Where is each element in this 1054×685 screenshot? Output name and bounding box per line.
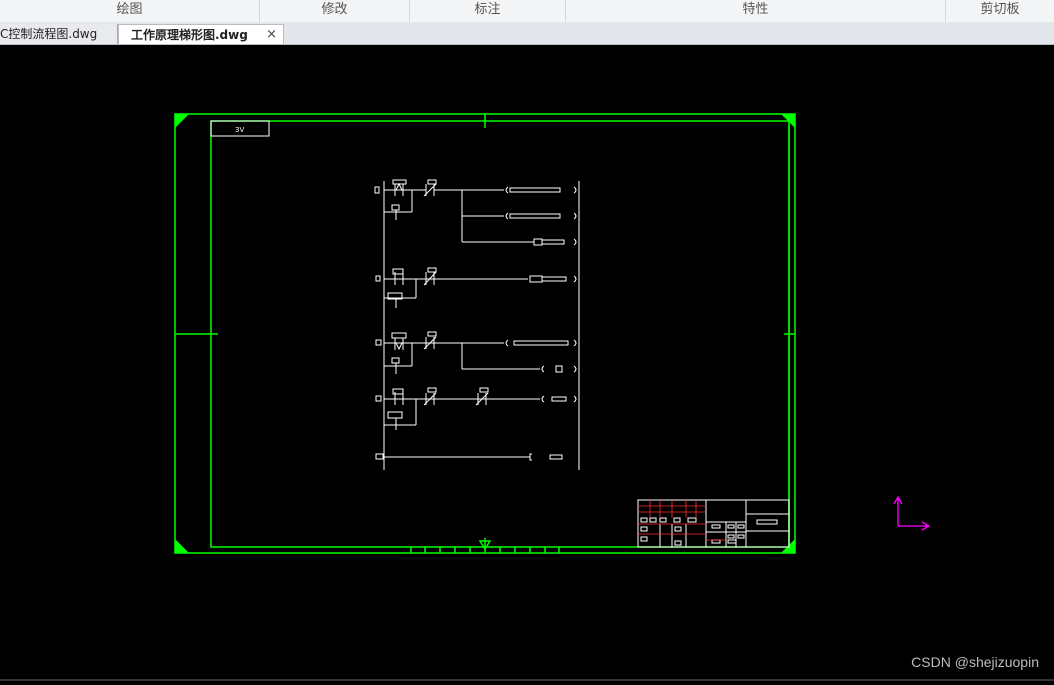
- outer-border: [174, 113, 796, 554]
- ribbon-group-draw[interactable]: 绘图: [0, 0, 260, 22]
- corner-label-box: 3V: [210, 120, 270, 137]
- document-tab-bar: C控制流程图.dwg 工作原理梯形图.dwg ×: [0, 22, 1054, 45]
- ribbon-group-clipboard[interactable]: 剪切板: [946, 0, 1054, 22]
- corner-label: 3V: [235, 126, 244, 134]
- rung-1: [374, 179, 577, 246]
- csdn-watermark: CSDN @shejizuopin: [911, 654, 1039, 670]
- tab-ladder-diagram[interactable]: 工作原理梯形图.dwg ×: [118, 24, 284, 44]
- rung-2: [375, 267, 577, 308]
- rung-5: [375, 453, 563, 461]
- ribbon-group-modify-label: 修改: [321, 2, 348, 17]
- drawing-svg: 3V: [174, 113, 931, 554]
- tab-control-flowchart[interactable]: C控制流程图.dwg: [0, 24, 118, 44]
- drawing-canvas[interactable]: 3V CSDN @shejizuopin: [0, 45, 1054, 681]
- ribbon-bar: 绘图 修改 标注 特性 剪切板: [0, 0, 1054, 23]
- ribbon-group-properties-label: 特性: [742, 2, 769, 17]
- ribbon-group-modify[interactable]: 修改: [260, 0, 410, 22]
- ribbon-group-dimension[interactable]: 标注: [410, 0, 566, 22]
- ribbon-group-properties[interactable]: 特性: [566, 0, 946, 22]
- ribbon-group-draw-label: 绘图: [116, 2, 143, 17]
- inner-border: [210, 120, 790, 548]
- frame-corner-marks: [175, 114, 795, 553]
- tab-control-flowchart-label: C控制流程图.dwg: [0, 27, 98, 41]
- title-block: [637, 499, 790, 548]
- rung-4: [375, 387, 577, 430]
- ribbon-group-dimension-label: 标注: [474, 2, 501, 17]
- drawing-frame: [174, 113, 796, 554]
- ladder-diagram: [374, 179, 580, 470]
- tab-ladder-diagram-label: 工作原理梯形图.dwg: [131, 28, 248, 42]
- close-tab-icon[interactable]: ×: [266, 25, 277, 45]
- rung-3: [375, 331, 577, 374]
- ucs-axis-icon: [893, 495, 931, 531]
- ribbon-group-clipboard-label: 剪切板: [980, 2, 1020, 17]
